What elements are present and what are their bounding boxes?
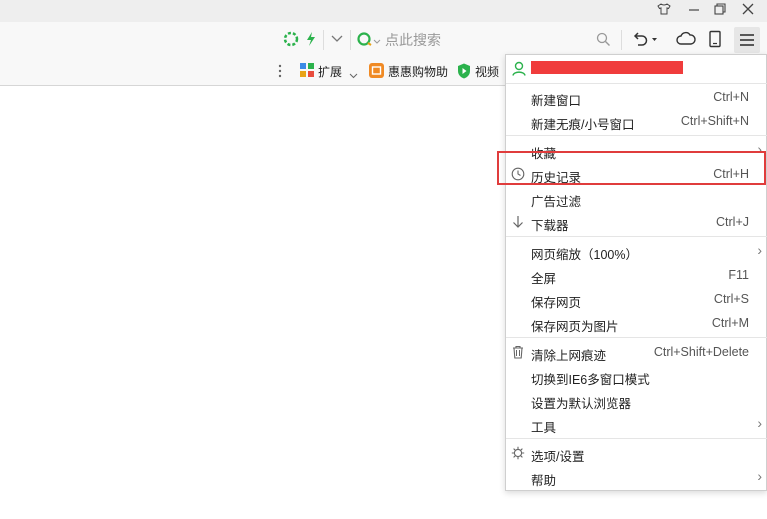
menu-item-shortcut: Ctrl+Shift+Delete [653, 345, 749, 359]
menu-item-label: 帮助 [531, 474, 557, 488]
title-bar [0, 0, 767, 22]
menu-item-new-window[interactable]: 新建窗口 Ctrl+N [506, 85, 767, 109]
search-input[interactable]: 点此搜索 [385, 30, 441, 50]
menu-item-label: 工具 [531, 421, 557, 435]
menu-item-settings[interactable]: 选项/设置 [506, 441, 767, 465]
menu-item-shortcut: Ctrl+N [713, 90, 749, 104]
speed-dial-icon[interactable] [283, 31, 299, 50]
menu-separator [506, 337, 767, 338]
video-shield-icon [457, 63, 471, 82]
menu-separator [506, 438, 767, 439]
menu-item-label: 下载器 [531, 219, 569, 233]
menu-item-new-incognito-window[interactable]: 新建无痕/小号窗口 Ctrl+Shift+N [506, 109, 767, 133]
menu-separator [506, 135, 767, 136]
menu-item-help[interactable]: 帮助 › [506, 465, 767, 489]
menu-item-label: 新建窗口 [531, 94, 582, 108]
menu-item-label: 选项/设置 [531, 450, 585, 464]
menu-item-label: 清除上网痕迹 [531, 349, 607, 363]
menu-item-ie6-mode[interactable]: 切换到IE6多窗口模式 [506, 364, 767, 388]
search-placeholder: 点此搜索 [385, 32, 441, 48]
restore-icon[interactable] [711, 2, 729, 20]
menu-item-fullscreen[interactable]: 全屏 F11 [506, 263, 767, 287]
toolbar: 点此搜索 [0, 22, 767, 58]
bookmark-video[interactable]: 视频 [457, 57, 505, 85]
highlight-box [497, 151, 766, 185]
extensions-icon [300, 63, 315, 81]
menu-item-shortcut: F11 [728, 268, 749, 282]
menu-item-clear-history[interactable]: 清除上网痕迹 Ctrl+Shift+Delete [506, 340, 767, 364]
menu-item-ad-filter[interactable]: 广告过滤 [506, 186, 767, 210]
bookmark-huihui[interactable]: 惠惠购物助 [369, 57, 451, 85]
download-icon [511, 215, 525, 232]
phone-icon[interactable] [708, 30, 722, 51]
close-icon[interactable] [739, 2, 757, 20]
menu-separator [506, 83, 767, 84]
skin-icon[interactable] [655, 2, 673, 20]
menu-item-save-page[interactable]: 保存网页 Ctrl+S [506, 287, 767, 311]
chevron-right-icon: › [757, 242, 762, 258]
user-icon [512, 61, 526, 79]
redacted-username [531, 61, 683, 74]
chevron-right-icon: › [757, 415, 762, 431]
menu-item-label: 保存网页 [531, 296, 582, 310]
search-icon[interactable] [596, 32, 611, 50]
cloud-icon[interactable] [676, 31, 696, 50]
minimize-icon[interactable] [685, 2, 703, 20]
undo-icon[interactable] [632, 31, 658, 50]
chevron-right-icon: › [757, 468, 762, 484]
menu-item-label: 全屏 [531, 272, 557, 286]
menu-item-shortcut: Ctrl+M [711, 316, 749, 330]
more-vertical-icon[interactable] [278, 63, 282, 82]
hamburger-menu-icon [740, 34, 754, 46]
gear-icon [511, 446, 525, 463]
lightning-icon[interactable] [304, 31, 318, 50]
menu-item-save-page-as-image[interactable]: 保存网页为图片 Ctrl+M [506, 311, 767, 335]
menu-user-header[interactable] [506, 55, 767, 83]
toolbar-divider [621, 30, 622, 50]
chevron-down-icon[interactable] [330, 33, 344, 47]
toolbar-divider [323, 30, 324, 50]
search-engine-icon[interactable] [357, 31, 381, 50]
menu-item-set-default-browser[interactable]: 设置为默认浏览器 [506, 388, 767, 412]
menu-item-downloader[interactable]: 下载器 Ctrl+J [506, 210, 767, 234]
menu-item-label: 新建无痕/小号窗口 [531, 118, 635, 132]
menu-item-shortcut: Ctrl+J [716, 215, 749, 229]
chevron-down-icon [349, 68, 358, 82]
menu-item-label: 保存网页为图片 [531, 320, 619, 334]
bookmark-extensions[interactable]: 扩展 [300, 57, 362, 85]
menu-item-label: 设置为默认浏览器 [531, 397, 632, 411]
trash-icon [511, 345, 525, 362]
menu-item-zoom[interactable]: 网页缩放（100%） › [506, 239, 767, 263]
main-menu-button[interactable] [734, 27, 760, 53]
menu-item-shortcut: Ctrl+Shift+N [680, 114, 749, 128]
bookmark-label: 视频 [475, 65, 500, 79]
bookmark-label: 扩展 [318, 65, 343, 79]
menu-item-shortcut: Ctrl+S [713, 292, 749, 306]
menu-item-tools[interactable]: 工具 › [506, 412, 767, 436]
bookmark-label: 惠惠购物助 [388, 65, 449, 79]
huihui-shopping-icon [369, 63, 384, 81]
main-menu: 新建窗口 Ctrl+N 新建无痕/小号窗口 Ctrl+Shift+N 收藏 › … [505, 54, 767, 491]
menu-item-label: 切换到IE6多窗口模式 [531, 373, 650, 387]
toolbar-divider [350, 30, 351, 50]
menu-item-label: 广告过滤 [531, 195, 582, 209]
menu-separator [506, 236, 767, 237]
menu-item-label: 网页缩放（100%） [531, 248, 638, 262]
